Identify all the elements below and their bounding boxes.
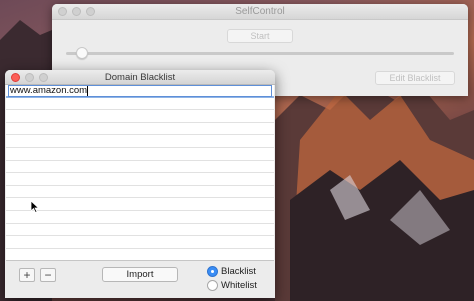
add-domain-button[interactable]: + <box>19 268 35 282</box>
window-title: SelfControl <box>235 6 285 17</box>
domain-blacklist-window: Domain Blacklist www.amazon.com + − Impo… <box>5 70 275 298</box>
list-item[interactable]: www.amazon.com <box>6 85 274 98</box>
list-item[interactable] <box>6 110 274 123</box>
list-item[interactable] <box>6 198 274 211</box>
list-item[interactable] <box>6 161 274 174</box>
radio-unselected-icon[interactable] <box>207 280 218 291</box>
text-caret <box>87 86 89 96</box>
blacklist-titlebar: Domain Blacklist <box>5 70 275 85</box>
list-item[interactable] <box>6 211 274 224</box>
list-item[interactable] <box>6 135 274 148</box>
whitelist-radio[interactable]: Whitelist <box>207 280 257 291</box>
window-title: Domain Blacklist <box>104 72 176 83</box>
mouse-pointer-icon <box>31 201 39 213</box>
remove-domain-button[interactable]: − <box>40 268 56 282</box>
list-item[interactable] <box>6 173 274 186</box>
list-item[interactable] <box>6 98 274 111</box>
blacklist-radio-label: Blacklist <box>221 266 256 277</box>
import-button[interactable]: Import <box>102 267 178 282</box>
duration-slider-knob[interactable] <box>76 47 88 59</box>
list-item[interactable] <box>6 186 274 199</box>
list-item[interactable] <box>6 236 274 249</box>
blacklist-radio[interactable]: Blacklist <box>207 266 256 277</box>
domain-entry-field[interactable]: www.amazon.com <box>8 85 272 97</box>
start-button[interactable]: Start <box>227 29 293 43</box>
list-item[interactable] <box>6 148 274 161</box>
list-item[interactable] <box>6 123 274 136</box>
list-item[interactable] <box>6 224 274 237</box>
edit-blacklist-button[interactable]: Edit Blacklist <box>375 71 455 85</box>
duration-slider-track[interactable] <box>66 52 454 55</box>
radio-selected-icon[interactable] <box>207 266 218 277</box>
selfcontrol-titlebar: SelfControl <box>52 4 468 20</box>
domain-list[interactable]: www.amazon.com <box>6 85 274 261</box>
whitelist-radio-label: Whitelist <box>221 280 257 291</box>
